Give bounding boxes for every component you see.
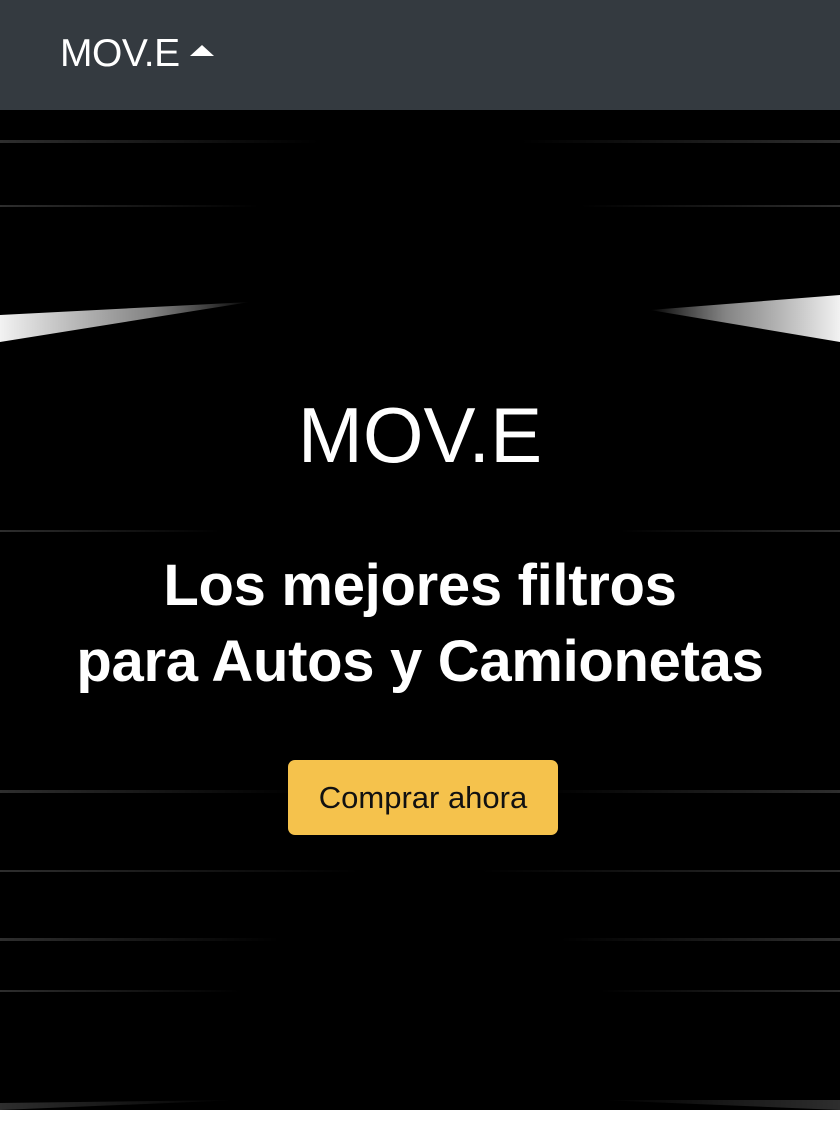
hero-banner: MOV.E Los mejores filtros para Autos y C… bbox=[0, 110, 840, 1110]
brand-link[interactable]: MOV.E bbox=[60, 30, 214, 78]
hero-subtitle-line-2: para Autos y Camionetas bbox=[76, 629, 764, 694]
caret-up-icon bbox=[189, 44, 214, 56]
buy-now-button[interactable]: Comprar ahora bbox=[288, 760, 558, 835]
hero-subtitle: Los mejores filtros para Autos y Camione… bbox=[0, 548, 840, 700]
brand-name: MOV.E bbox=[60, 32, 180, 75]
hero-subtitle-line-1: Los mejores filtros bbox=[163, 553, 677, 618]
hero-title: MOV.E bbox=[297, 391, 543, 479]
top-navbar: MOV.E bbox=[0, 0, 840, 110]
